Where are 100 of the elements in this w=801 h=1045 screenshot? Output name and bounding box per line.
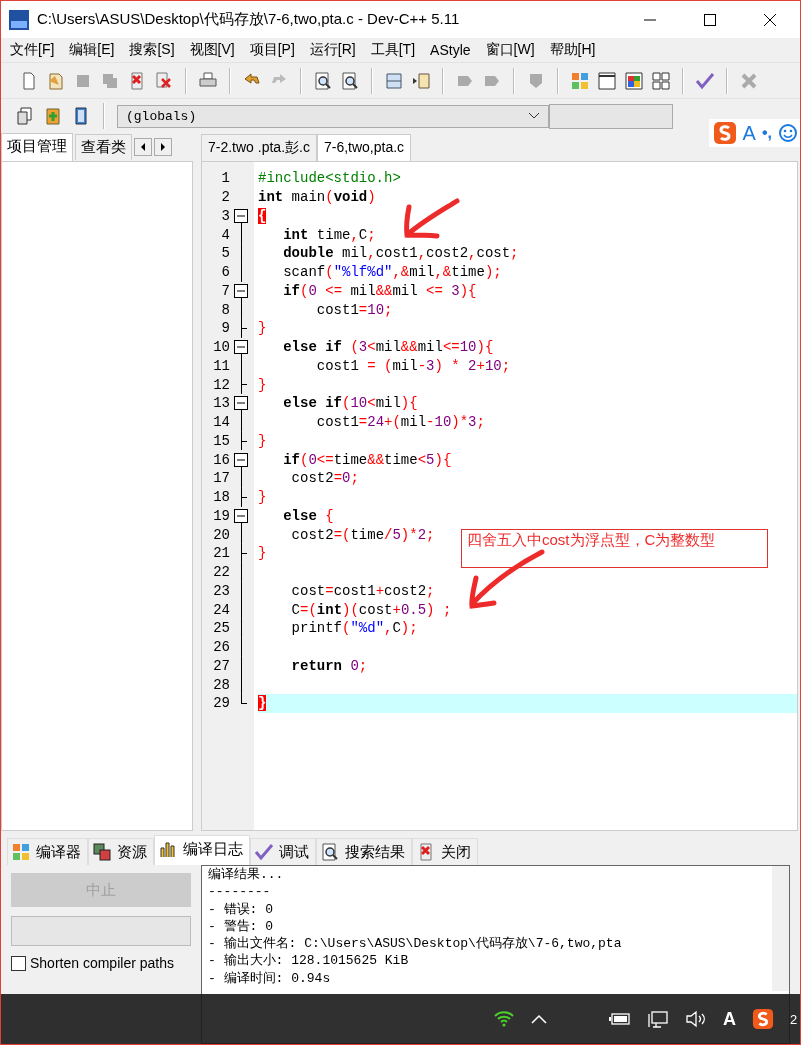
window-icon[interactable] — [597, 70, 617, 91]
fold-toggle-icon[interactable] — [234, 340, 248, 355]
line-number: 18 — [212, 489, 230, 506]
log-line: 编译结果... — [208, 866, 285, 884]
fold-toggle-icon[interactable] — [234, 396, 248, 411]
line-number: 11 — [212, 357, 230, 374]
project-icon[interactable] — [15, 106, 35, 126]
line-number: 25 — [212, 620, 230, 637]
smiley-icon[interactable] — [778, 123, 798, 143]
code-line: double mil,cost1,cost2,cost; — [282, 245, 519, 262]
scroll-left-icon[interactable] — [134, 138, 152, 156]
output-tab[interactable]: 调试 — [250, 838, 316, 865]
scope-dropdown[interactable]: (globals) — [117, 104, 549, 128]
menu-item[interactable]: 编辑[E] — [62, 41, 123, 59]
menu-item[interactable]: 项目[P] — [242, 41, 303, 59]
find-icon[interactable] — [313, 70, 333, 91]
log-line: -------- — [208, 883, 272, 901]
annotation-note: 四舍五入中cost为浮点型，C为整数型 — [461, 529, 768, 568]
tiles-icon[interactable] — [651, 70, 671, 91]
panel-tab[interactable]: 项目管理 — [1, 133, 73, 161]
line-number: 13 — [212, 395, 230, 412]
ime-punctuation-label[interactable]: •, — [761, 124, 772, 142]
scroll-right-icon[interactable] — [154, 138, 172, 156]
output-tab[interactable]: 编译器 — [7, 838, 88, 865]
line-number: 29 — [212, 695, 230, 712]
file-tab[interactable]: 7-2.two .pta.彭.c — [201, 134, 317, 161]
input-mode-label[interactable]: A — [723, 1008, 736, 1030]
check-icon[interactable] — [254, 842, 274, 862]
maximize-icon[interactable] — [703, 12, 717, 27]
line-number: 8 — [220, 301, 230, 318]
bar-chart-icon[interactable] — [158, 839, 178, 859]
add-file-icon[interactable] — [43, 106, 63, 126]
volume-icon[interactable] — [685, 1010, 707, 1028]
fold-toggle-icon[interactable] — [234, 508, 248, 523]
line-number: 4 — [220, 226, 230, 243]
output-tab[interactable]: 编译日志 — [154, 835, 250, 865]
code-line: int time,C; — [282, 226, 376, 243]
menu-item[interactable]: 文件[F] — [3, 41, 63, 59]
code-line: else if(10<mil){ — [282, 395, 418, 412]
menu-item[interactable]: 搜索[S] — [122, 41, 183, 59]
clock[interactable]: 2 — [790, 1011, 796, 1027]
checkbox[interactable] — [11, 955, 26, 971]
checkbox-label[interactable]: Shorten compiler paths — [30, 955, 174, 971]
line-number: 17 — [212, 470, 230, 487]
code-line: if(0<=time&&time<5){ — [282, 451, 452, 468]
code-line: } — [258, 545, 267, 562]
wifi-icon[interactable] — [493, 1010, 515, 1028]
code-line: } — [258, 320, 267, 337]
fold-toggle-icon[interactable] — [234, 452, 248, 467]
output-tab[interactable]: 资源 — [88, 838, 154, 865]
code-line: } — [258, 432, 267, 449]
battery-icon[interactable] — [609, 1012, 631, 1026]
output-tab[interactable]: 关闭 — [412, 838, 478, 865]
stack-icon[interactable] — [92, 842, 112, 862]
window-title: C:\Users\ASUS\Desktop\代码存放\7-6,two,pta.c - Dev-C++ 5.11 — [37, 10, 461, 29]
menu-item[interactable]: AStyle — [423, 42, 479, 58]
find-icon[interactable] — [320, 842, 340, 862]
file-tab[interactable]: 7-6,two,pta.c — [316, 134, 412, 161]
line-number: 28 — [212, 676, 230, 693]
network-icon[interactable] — [647, 1010, 669, 1028]
line-number: 9 — [220, 320, 230, 337]
panel-tab[interactable]: 查看类 — [75, 134, 132, 160]
line-number: 16 — [212, 451, 230, 468]
check-icon[interactable] — [695, 70, 715, 91]
line-number: 1 — [220, 170, 230, 187]
code-line: } — [258, 376, 267, 393]
menu-item[interactable]: 工具[T] — [363, 41, 424, 59]
log-line: - 输出文件名: C:\Users\ASUS\Desktop\代码存放\7-6,two,pta — [208, 935, 623, 953]
colors-icon[interactable] — [624, 70, 644, 91]
code-line: scanf("%lf%d",&mil,&time); — [282, 264, 502, 281]
fold-toggle-icon[interactable] — [234, 208, 248, 223]
menu-item[interactable]: 视图[V] — [182, 41, 243, 59]
menu-item[interactable]: 窗口[W] — [478, 41, 543, 59]
scrollbar[interactable] — [772, 866, 789, 991]
ime-logo-icon[interactable] — [752, 1008, 774, 1030]
line-number: 7 — [220, 282, 230, 299]
output-tab[interactable]: 搜索结果 — [316, 838, 412, 865]
unindent-icon[interactable] — [411, 70, 431, 91]
close-icon[interactable] — [763, 12, 777, 27]
line-number: 26 — [212, 639, 230, 656]
line-number: 22 — [212, 564, 230, 581]
menu-item[interactable]: 运行[R] — [302, 41, 364, 59]
code-line: cost1=24+(mil-10)*3; — [315, 414, 485, 431]
replace-icon[interactable] — [340, 70, 360, 91]
code-line: cost2=(time/5)*2; — [290, 526, 435, 543]
ime-mode-label[interactable]: A — [742, 121, 756, 145]
line-number: 3 — [220, 207, 230, 224]
code-line: return 0; — [290, 657, 368, 674]
line-number: 15 — [212, 432, 230, 449]
close-all-icon[interactable] — [154, 70, 174, 91]
code-line: cost2=0; — [290, 470, 359, 487]
menu-item[interactable]: 帮助[H] — [542, 41, 604, 59]
code-line: C=(int)(cost+0.5) ; — [290, 601, 452, 618]
code-line: cost=cost1+cost2; — [290, 582, 435, 599]
chevron-up-icon[interactable] — [531, 1014, 547, 1024]
code-line: cost1=10; — [315, 301, 393, 318]
chevron-down-icon[interactable] — [528, 112, 540, 120]
line-number: 12 — [212, 376, 230, 393]
fold-toggle-icon[interactable] — [234, 283, 248, 298]
app-icon — [9, 9, 29, 30]
